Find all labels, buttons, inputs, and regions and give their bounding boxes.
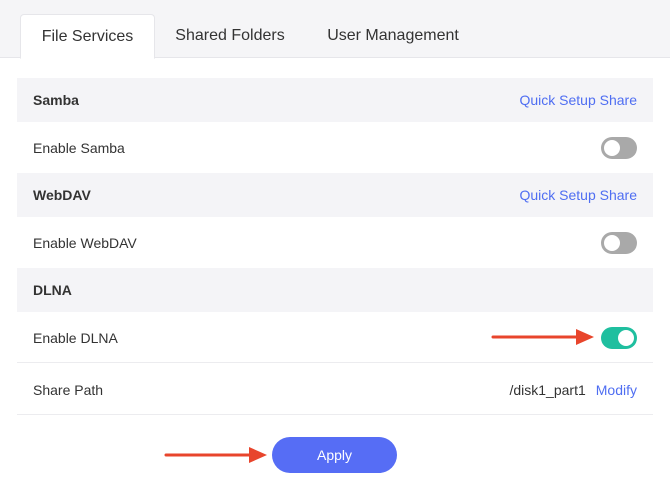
enable-webdav-label: Enable WebDAV [33,235,137,251]
enable-samba-label: Enable Samba [33,140,125,156]
toggle-knob [604,235,620,251]
tab-file-services-label: File Services [41,27,134,45]
share-path-label: Share Path [33,381,104,398]
annotation-arrow-icon [164,447,267,463]
annotation-arrow-icon [491,329,594,345]
tab-shared-folders-label: Shared Folders [175,27,285,44]
enable-samba-toggle[interactable] [601,137,637,159]
share-path-group: /disk1_part1 Modify [509,382,637,398]
tab-user-management-label: User Management [327,27,459,44]
samba-title: Samba [33,92,79,108]
tab-user-management[interactable]: User Management [312,14,474,58]
enable-webdav-row: Enable WebDAV [17,218,653,268]
toggle-knob [618,329,634,346]
toggle-knob [604,140,620,156]
enable-samba-row: Enable Samba [17,123,653,173]
webdav-quick-setup-link[interactable]: Quick Setup Share [519,187,637,203]
tab-shared-folders[interactable]: Shared Folders [160,14,300,58]
apply-button[interactable]: Apply [272,437,397,473]
enable-dlna-toggle[interactable] [601,326,637,349]
share-path-row: Share Path /disk1_part1 Modify [17,365,653,415]
dlna-title: DLNA [33,282,72,298]
samba-section-header: Samba Quick Setup Share [17,78,653,122]
dlna-section-header: DLNA [17,268,653,312]
tab-file-services[interactable]: File Services [20,14,155,59]
samba-quick-setup-link[interactable]: Quick Setup Share [519,92,637,108]
share-path-value: /disk1_part1 [509,381,586,398]
enable-dlna-label: Enable DLNA [33,329,118,346]
tab-bar: File Services Shared Folders User Manage… [0,0,670,59]
enable-webdav-toggle[interactable] [601,232,637,254]
webdav-title: WebDAV [33,187,91,203]
webdav-section-header: WebDAV Quick Setup Share [17,173,653,217]
modify-share-path-link[interactable]: Modify [596,382,637,398]
